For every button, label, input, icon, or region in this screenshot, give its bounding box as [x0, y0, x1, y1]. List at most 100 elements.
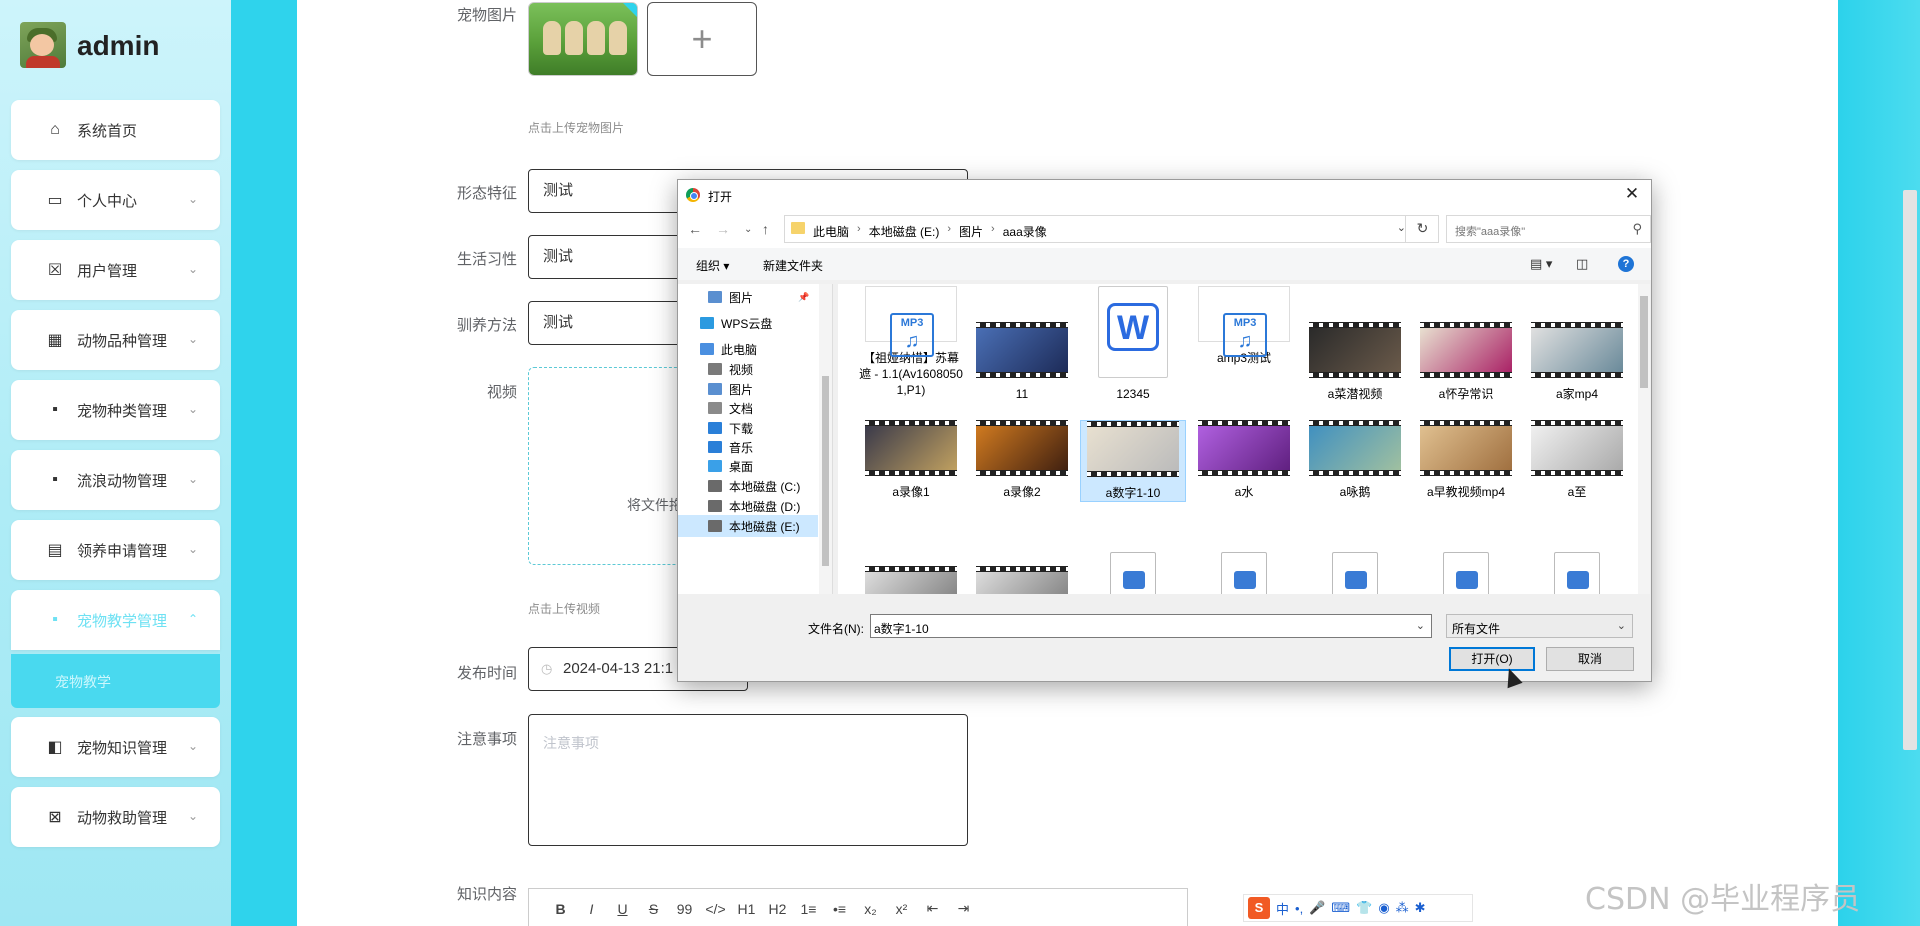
- sidebar-item-7[interactable]: ▤ 领养申请管理 ⌄: [11, 520, 220, 580]
- subscript-button[interactable]: x₂: [855, 901, 886, 917]
- file-name: a早教视频mp4: [1426, 485, 1506, 499]
- file-item[interactable]: W 12345: [1080, 286, 1186, 402]
- sidebar-item-4[interactable]: ▦ 动物品种管理 ⌄: [11, 310, 220, 370]
- bold-button[interactable]: B: [545, 901, 576, 917]
- file-item[interactable]: [969, 566, 1075, 594]
- file-name: a水: [1234, 485, 1254, 499]
- underline-button[interactable]: U: [607, 901, 638, 917]
- file-list-scrollbar[interactable]: [1638, 284, 1650, 594]
- image-file-icon[interactable]: [1554, 552, 1600, 594]
- page-scrollbar[interactable]: [1903, 190, 1917, 750]
- skin-icon[interactable]: 👕: [1356, 900, 1372, 916]
- nav-item[interactable]: WPS云盘: [678, 312, 818, 334]
- sidebar-item-9[interactable]: ◧ 宠物知识管理 ⌄: [11, 717, 220, 777]
- filetype-select[interactable]: 所有文件 ⌄: [1446, 614, 1633, 638]
- nav-item[interactable]: 本地磁盘 (D:): [678, 495, 818, 517]
- image-file-icon[interactable]: [1443, 552, 1489, 594]
- close-button[interactable]: ✕: [1620, 184, 1644, 206]
- code-button[interactable]: </>: [700, 901, 731, 917]
- navigation-pane: 图片 📌 WPS云盘 此电脑 视频 图片 文档 下载 音乐 桌面 本地磁盘 (C:) 本地磁盘 (D:…: [678, 284, 833, 594]
- settings-icon[interactable]: ✱: [1415, 900, 1426, 916]
- file-item[interactable]: a早教视频mp4: [1413, 420, 1519, 500]
- sidebar-subitem-pet-teaching[interactable]: 宠物教学: [11, 654, 220, 708]
- ordered-list-button[interactable]: 1≡: [793, 901, 824, 917]
- sidebar-item-8[interactable]: ▪ 宠物教学管理 ⌃: [11, 590, 220, 650]
- open-button[interactable]: 打开(O): [1449, 647, 1535, 671]
- italic-button[interactable]: I: [576, 901, 607, 917]
- file-item[interactable]: MP3 ♫ 【祖娅纳惜】苏幕遮 - 1.1(Av16080501,P1): [858, 286, 964, 398]
- image-file-icon[interactable]: [1332, 552, 1378, 594]
- file-item[interactable]: a咏鹅: [1302, 420, 1408, 500]
- h2-button[interactable]: H2: [762, 901, 793, 917]
- video-thumbnail: [1198, 420, 1290, 476]
- nav-item[interactable]: 图片 📌: [678, 286, 818, 308]
- recent-dropdown-icon[interactable]: ⌄: [744, 224, 752, 235]
- breadcrumb-item[interactable]: aaa录像: [1003, 223, 1047, 240]
- avatar[interactable]: [20, 22, 66, 68]
- image-file-icon[interactable]: [1221, 552, 1267, 594]
- nav-item[interactable]: 本地磁盘 (C:): [678, 475, 818, 497]
- file-item[interactable]: a录像1: [858, 420, 964, 500]
- organize-button[interactable]: 组织 ▾: [696, 257, 729, 274]
- new-folder-button[interactable]: 新建文件夹: [763, 257, 823, 274]
- keyboard-icon[interactable]: ⌨: [1331, 900, 1350, 916]
- sidebar-item-5[interactable]: ▪ 宠物种类管理 ⌄: [11, 380, 220, 440]
- file-item[interactable]: a菜潜视频: [1302, 286, 1408, 402]
- file-item[interactable]: [858, 566, 964, 594]
- refresh-button[interactable]: ↻: [1405, 215, 1439, 243]
- nav-item[interactable]: 此电脑: [678, 338, 818, 360]
- indent-button[interactable]: ⇥: [948, 900, 979, 917]
- h1-button[interactable]: H1: [731, 901, 762, 917]
- file-item[interactable]: a录像2: [969, 420, 1075, 500]
- robot-icon[interactable]: ◉: [1378, 900, 1389, 916]
- microphone-icon[interactable]: 🎤: [1309, 900, 1325, 916]
- nav-item[interactable]: 视频: [678, 358, 818, 380]
- image-file-icon[interactable]: [1110, 552, 1156, 594]
- file-item[interactable]: 11: [969, 286, 1075, 402]
- quote-button[interactable]: 99: [669, 901, 700, 917]
- chevron-down-icon[interactable]: ⌄: [1416, 619, 1425, 632]
- nav-item[interactable]: 本地磁盘 (E:): [678, 515, 818, 537]
- sidebar-item-10[interactable]: ⊠ 动物救助管理 ⌄: [11, 787, 220, 847]
- pet-image-thumbnail[interactable]: [528, 2, 638, 76]
- forward-arrow-icon[interactable]: →: [716, 221, 730, 237]
- back-arrow-icon[interactable]: ←: [688, 221, 702, 237]
- file-item[interactable]: a家mp4: [1524, 286, 1630, 402]
- punctuation-toggle[interactable]: •,: [1295, 901, 1303, 916]
- preview-pane-icon[interactable]: ◫: [1576, 256, 1588, 272]
- cancel-button[interactable]: 取消: [1546, 647, 1634, 671]
- sidebar-item-2[interactable]: ▭ 个人中心 ⌄: [11, 170, 220, 230]
- sidebar-item-3[interactable]: ☒ 用户管理 ⌄: [11, 240, 220, 300]
- breadcrumb-separator-icon: ›: [991, 223, 995, 235]
- image-upload-button[interactable]: +: [647, 2, 757, 76]
- file-item[interactable]: a数字1-10: [1080, 420, 1186, 502]
- bullet-list-button[interactable]: •≡: [824, 901, 855, 917]
- up-arrow-icon[interactable]: ↑: [762, 221, 769, 237]
- sidebar-item-1[interactable]: ⌂ 系统首页: [11, 100, 220, 160]
- content-label: 知识内容: [456, 886, 517, 903]
- breadcrumb-item[interactable]: 图片: [959, 223, 983, 240]
- sidebar-item-6[interactable]: ▪ 流浪动物管理 ⌄: [11, 450, 220, 510]
- apps-icon[interactable]: ⁂: [1396, 900, 1409, 916]
- superscript-button[interactable]: x²: [886, 901, 917, 917]
- language-toggle[interactable]: 中: [1276, 899, 1289, 918]
- nav-item[interactable]: 桌面: [678, 455, 818, 477]
- file-item[interactable]: a水: [1191, 420, 1297, 500]
- notes-textarea[interactable]: 注意事项: [528, 714, 968, 846]
- nav-item[interactable]: 文档: [678, 397, 818, 419]
- breadcrumb-item[interactable]: 此电脑: [813, 223, 849, 240]
- outdent-button[interactable]: ⇤: [917, 900, 948, 917]
- file-item[interactable]: a怀孕常识: [1413, 286, 1519, 402]
- file-item[interactable]: MP3 ♫ amp3测试: [1191, 286, 1297, 366]
- view-options-icon[interactable]: ▤ ▾: [1530, 256, 1552, 272]
- address-bar[interactable]: 此电脑 › 本地磁盘 (E:) › 图片 › aaa录像 ⌄: [784, 215, 1439, 243]
- pin-icon[interactable]: 📌: [798, 292, 809, 303]
- breadcrumb-item[interactable]: 本地磁盘 (E:): [869, 223, 940, 240]
- help-icon[interactable]: ?: [1618, 256, 1634, 272]
- strike-button[interactable]: S: [638, 901, 669, 917]
- file-item[interactable]: a至: [1524, 420, 1630, 500]
- sogou-logo-icon[interactable]: S: [1248, 897, 1270, 919]
- nav-pane-scrollbar[interactable]: [819, 284, 832, 594]
- search-input[interactable]: 搜索"aaa录像" ⚲: [1446, 215, 1651, 243]
- filename-input[interactable]: a数字1-10 ⌄: [870, 614, 1432, 638]
